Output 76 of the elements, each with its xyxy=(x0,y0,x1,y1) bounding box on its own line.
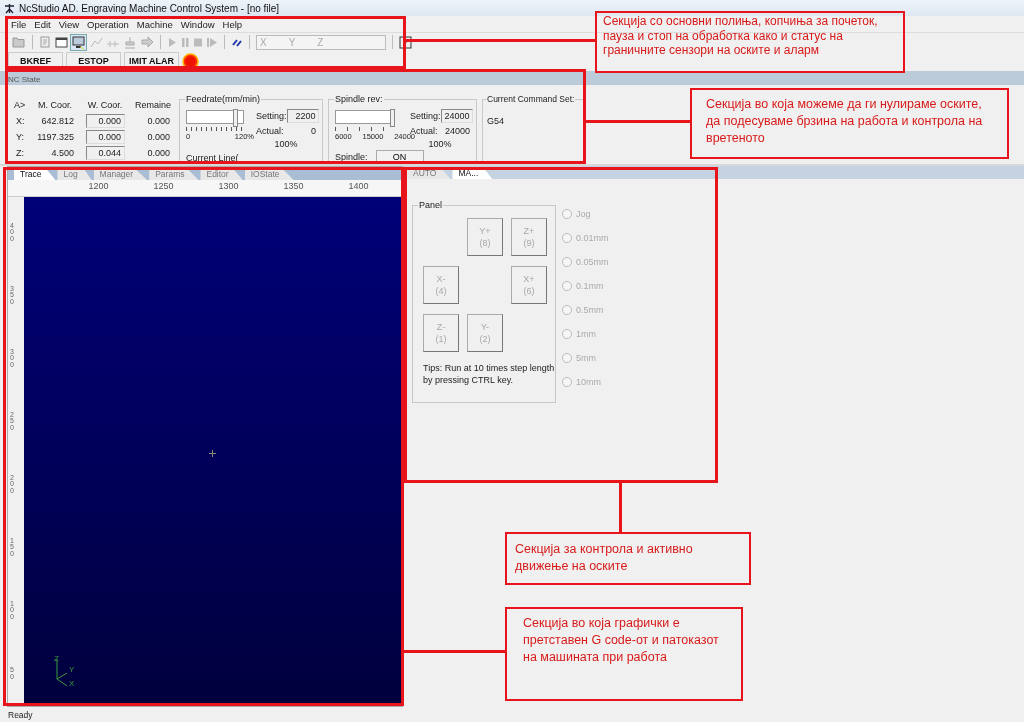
annotation-callout: Секција за контрола и активно движење на оските xyxy=(505,532,751,585)
tab[interactable]: Editor xyxy=(200,169,243,180)
remaining-value: 0.000 xyxy=(146,148,171,158)
tab[interactable]: Manager xyxy=(93,169,148,180)
percent-value: 100% xyxy=(274,139,298,149)
step-icon[interactable] xyxy=(206,36,218,48)
arrow-icon[interactable] xyxy=(140,35,154,49)
column-header: A> xyxy=(14,100,27,110)
menu-item[interactable]: Window xyxy=(177,18,220,30)
tab[interactable]: Params xyxy=(149,169,199,180)
tips-text: Tips: Run at 10 times step length by pressing CTRL key. xyxy=(423,362,555,386)
setting-field[interactable]: 2200 xyxy=(286,109,319,123)
actual-value: 24000 xyxy=(444,126,470,136)
remaining-value: 0.000 xyxy=(146,132,171,142)
annotation-callout: Секција во која можеме да ги нулираме оските, да подесуваме брзина на работа и контрола на вретеното xyxy=(690,88,1009,159)
stop-icon[interactable] xyxy=(193,36,203,48)
folder-icon[interactable] xyxy=(12,36,26,48)
group-title: Feedrate(mm/min) xyxy=(185,94,261,104)
feedrate-slider[interactable] xyxy=(186,110,244,124)
machine-coordinate: 642.812 xyxy=(40,116,75,126)
machine-coordinate: 4.500 xyxy=(50,148,75,158)
ruler-label: 1200 xyxy=(87,180,110,193)
menu-item[interactable]: View xyxy=(55,18,85,30)
percent-value: 100% xyxy=(428,139,452,149)
work-coordinate-field[interactable]: 0.044 xyxy=(86,146,125,160)
setting-label: Setting: xyxy=(410,111,441,121)
actual-value: 0 xyxy=(311,126,316,136)
remaining-value: 0.000 xyxy=(146,116,171,126)
actual-label: Actual: xyxy=(256,126,284,136)
spindle-label: Spindle: xyxy=(335,151,368,162)
tab[interactable]: IOState xyxy=(244,169,294,180)
pause-icon[interactable] xyxy=(180,36,190,48)
menu-item[interactable]: Machine xyxy=(133,18,178,30)
group-title: Spindle rev: xyxy=(334,94,384,104)
ruler-label: 1300 xyxy=(217,180,240,193)
column-header: W. Coor. xyxy=(86,100,124,110)
coordinate-field[interactable]: X Y Z xyxy=(256,34,386,50)
panel-title: NC State xyxy=(8,75,41,84)
tab[interactable]: Trace xyxy=(14,169,56,180)
menu-item[interactable]: Edit xyxy=(31,18,56,30)
axis-label: X: xyxy=(15,116,26,126)
annotation-callout: Секција со основни полиња, копчиња за почеток, пауза и стоп на обработка како и статус на граничните сензори на оските и аларм xyxy=(595,11,905,73)
axis-triad-drawing: Z Y X xyxy=(54,657,76,689)
menu-item[interactable]: Operation xyxy=(84,18,134,30)
axis-label: Y: xyxy=(15,132,25,142)
group-title: Panel xyxy=(418,200,444,210)
work-coordinate-field[interactable]: 0.000 xyxy=(86,114,125,128)
column-header: M. Coor. xyxy=(37,100,73,110)
status-text: Ready xyxy=(8,710,33,720)
axis-label: Z: xyxy=(15,148,25,158)
column-header: Remaine xyxy=(134,100,172,110)
ruler-label: 1350 xyxy=(282,180,305,193)
current-line-label: Current Line( xyxy=(186,153,240,163)
crosshair-icon xyxy=(209,450,216,457)
tab[interactable]: MA... xyxy=(452,168,493,179)
setting-field[interactable]: 24000 xyxy=(440,109,473,123)
menu-item[interactable]: File xyxy=(8,18,32,30)
tab[interactable]: AUTO xyxy=(407,168,451,179)
window-icon[interactable] xyxy=(55,35,68,49)
window-title: NcStudio AD. Engraving Machine Control System - [no file] xyxy=(19,2,280,14)
spindle-icon[interactable] xyxy=(123,35,137,49)
ruler-label: 1250 xyxy=(152,180,175,193)
annotation-callout: Секција во која графички е претставен G code-от и патоказот на машината при работа xyxy=(505,607,743,701)
leader-line xyxy=(619,482,622,533)
command-value: G54 xyxy=(487,116,505,126)
monitor-icon[interactable] xyxy=(71,34,86,50)
machine-coordinate: 1197.325 xyxy=(36,132,75,142)
work-coordinate-field[interactable]: 0.000 xyxy=(86,130,125,144)
spindle-slider[interactable] xyxy=(335,110,393,124)
tab[interactable]: Log xyxy=(57,169,92,180)
app-icon xyxy=(4,2,15,14)
group-title: Current Command Set: xyxy=(486,94,576,104)
ruler-label: 1400 xyxy=(347,180,370,193)
menu-item[interactable]: Help xyxy=(219,18,248,30)
setting-label: Setting: xyxy=(256,111,287,121)
play-icon[interactable] xyxy=(167,36,177,48)
